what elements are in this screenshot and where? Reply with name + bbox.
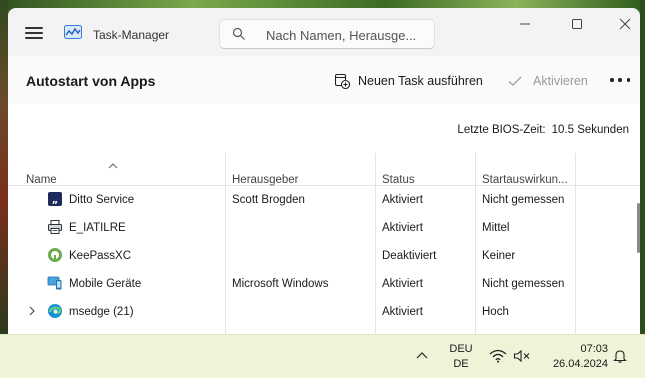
table-row[interactable]: Mobile Geräte Microsoft Windows Aktivier… [8,270,640,298]
input-language-indicator[interactable]: DEU DE [449,342,473,372]
app-title: Task-Manager [93,28,170,42]
table-row[interactable]: KeePassXC Deaktiviert Keiner [8,242,640,270]
maximize-icon [572,19,582,29]
close-icon [619,18,631,30]
run-task-icon [334,73,350,89]
column-header-publisher[interactable]: Herausgeber [232,174,298,186]
startup-apps-table: Name Herausgeber Status Startauswirkun..… [8,153,640,334]
sort-ascending-icon [108,163,118,169]
title-bar: Task-Manager Nach Namen, Herausge... [8,8,640,56]
column-header-startup-impact[interactable]: Startauswirkun... [482,174,568,186]
row-status: Aktiviert [382,306,423,318]
table-row[interactable]: „ Ditto Service Scott Brogden Aktiviert … [8,186,640,214]
vertical-scrollbar[interactable] [637,203,640,253]
task-manager-window: Task-Manager Nach Namen, Herausge... Aut… [8,8,640,334]
row-impact: Nicht gemessen [482,194,565,206]
notification-bell-icon[interactable] [612,348,628,364]
minimize-button[interactable] [502,8,548,42]
desktop-wallpaper-left [0,0,8,335]
desktop-wallpaper-right [640,0,645,335]
row-impact: Keiner [482,250,516,262]
clock-time: 07:03 [580,343,608,355]
bios-time-label: Letzte BIOS-Zeit: [457,124,546,136]
row-name: Ditto Service [69,194,135,206]
clock-date: 26.04.2024 [552,358,608,370]
row-name: KeePassXC [69,250,132,262]
row-impact: Nicht gemessen [482,278,565,290]
row-status: Deaktiviert [382,250,437,262]
bios-time: Letzte BIOS-Zeit: 10.5 Sekunden [457,124,629,136]
search-icon [232,27,245,40]
table-row[interactable]: E_IATILRE Aktiviert Mittel [8,214,640,242]
row-status: Aktiviert [382,222,423,234]
row-name: Mobile Geräte [69,278,142,290]
row-name: msedge (21) [69,306,134,318]
page-title: Autostart von Apps [26,73,156,89]
bios-time-value: 10.5 Sekunden [551,124,629,136]
task-manager-app-icon [64,25,82,39]
row-name: E_IATILRE [69,222,126,234]
maximize-button[interactable] [554,8,600,42]
checkmark-icon [508,76,522,86]
edge-icon [48,304,62,318]
row-status: Aktiviert [382,278,423,290]
printer-icon [48,220,62,234]
run-new-task-button[interactable]: Neuen Task ausführen [334,70,483,92]
search-input[interactable]: Nach Namen, Herausge... [219,19,435,49]
column-header-name[interactable]: Name [26,174,57,186]
run-task-label: Neuen Task ausführen [358,74,483,88]
wifi-icon[interactable] [489,349,507,363]
chevron-right-icon[interactable] [28,306,36,316]
row-status: Aktiviert [382,194,423,206]
hamburger-menu-icon[interactable] [22,24,46,42]
row-publisher: Scott Brogden [232,194,305,206]
keyboard-layout-code: DE [453,358,469,370]
phone-link-icon [47,276,62,290]
more-options-icon[interactable] [610,78,630,84]
taskbar: DEU DE 07:03 26.04.2024 [0,334,645,378]
column-header-status[interactable]: Status [382,174,415,186]
row-impact: Hoch [482,306,509,318]
command-bar: Autostart von Apps Neuen Task ausführen … [8,56,640,104]
row-publisher: Microsoft Windows [232,278,329,290]
minimize-icon [520,23,530,25]
language-code: DEU [449,343,473,355]
chevron-up-icon[interactable] [416,351,428,359]
activate-label: Aktivieren [533,74,588,88]
activate-button[interactable]: Aktivieren [507,70,588,92]
close-button[interactable] [602,8,640,42]
row-impact: Mittel [482,222,510,234]
keepassxc-icon [48,248,62,262]
search-placeholder: Nach Namen, Herausge... [266,28,417,43]
table-row[interactable]: msedge (21) Aktiviert Hoch [8,298,640,326]
system-clock[interactable]: 07:03 26.04.2024 [538,342,608,372]
svg-text:„: „ [52,195,59,206]
table-header: Name Herausgeber Status Startauswirkun..… [8,153,640,186]
speaker-muted-icon[interactable] [513,349,531,363]
ditto-icon: „ [48,192,62,206]
